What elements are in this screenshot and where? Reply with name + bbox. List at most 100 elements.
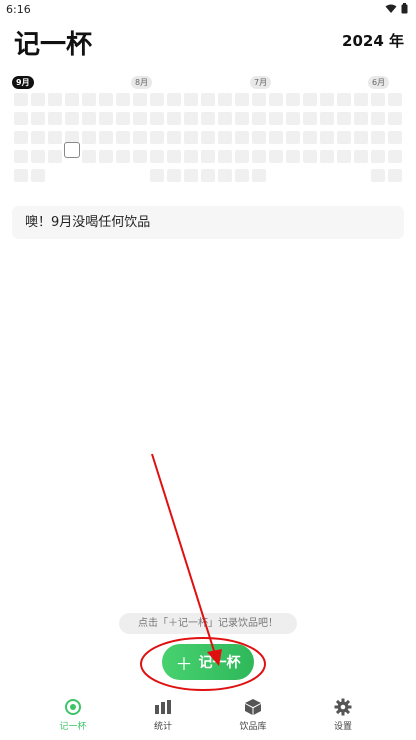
calendar-day-cell[interactable]	[150, 150, 164, 163]
calendar-day-cell[interactable]	[201, 169, 215, 182]
calendar-day-cell[interactable]	[65, 112, 79, 125]
calendar-day-cell[interactable]	[150, 131, 164, 144]
tab-stats[interactable]: 统计	[128, 694, 198, 738]
calendar-day-cell[interactable]	[184, 150, 198, 163]
calendar-day-cell[interactable]	[167, 169, 181, 182]
calendar-day-cell[interactable]	[14, 150, 28, 163]
calendar-day-cell[interactable]	[167, 131, 181, 144]
calendar-day-cell[interactable]	[133, 131, 147, 144]
calendar-day-cell[interactable]	[354, 150, 368, 163]
calendar-day-cell[interactable]	[116, 131, 130, 144]
calendar-day-cell[interactable]	[252, 131, 266, 144]
calendar-day-cell[interactable]	[14, 112, 28, 125]
calendar-day-cell[interactable]	[303, 112, 317, 125]
calendar-day-cell[interactable]	[150, 112, 164, 125]
calendar-day-cell[interactable]	[388, 131, 402, 144]
calendar-day-cell[interactable]	[286, 150, 300, 163]
calendar-day-cell[interactable]	[218, 150, 232, 163]
calendar-day-cell[interactable]	[354, 131, 368, 144]
calendar-day-cell[interactable]	[303, 131, 317, 144]
calendar-day-cell[interactable]	[354, 112, 368, 125]
calendar-day-cell[interactable]	[337, 93, 351, 106]
calendar-day-cell[interactable]	[184, 112, 198, 125]
calendar-day-cell[interactable]	[320, 131, 334, 144]
calendar-day-cell[interactable]	[201, 150, 215, 163]
calendar-day-cell[interactable]	[133, 150, 147, 163]
calendar-day-cell[interactable]	[116, 112, 130, 125]
calendar-day-cell[interactable]	[235, 150, 249, 163]
calendar-day-cell[interactable]	[286, 112, 300, 125]
calendar-day-cell[interactable]	[388, 150, 402, 163]
calendar-day-cell[interactable]	[184, 93, 198, 106]
calendar-day-cell[interactable]	[320, 150, 334, 163]
calendar-day-cell[interactable]	[269, 112, 283, 125]
calendar-day-cell[interactable]	[235, 131, 249, 144]
calendar-day-cell[interactable]	[99, 112, 113, 125]
calendar-day-cell[interactable]	[320, 112, 334, 125]
calendar-day-cell[interactable]	[371, 112, 385, 125]
year-selector[interactable]: 2024 年	[342, 30, 404, 51]
calendar-day-cell[interactable]	[286, 131, 300, 144]
calendar-day-cell[interactable]	[371, 93, 385, 106]
calendar-day-cell[interactable]	[235, 169, 249, 182]
calendar-day-cell[interactable]	[184, 169, 198, 182]
calendar-day-cell[interactable]	[371, 131, 385, 144]
calendar-day-cell[interactable]	[201, 112, 215, 125]
calendar-day-cell[interactable]	[99, 93, 113, 106]
calendar-day-cell[interactable]	[65, 93, 79, 106]
calendar-day-cell[interactable]	[48, 93, 62, 106]
calendar-day-cell[interactable]	[354, 93, 368, 106]
calendar-day-cell[interactable]	[31, 112, 45, 125]
calendar-day-cell[interactable]	[48, 131, 62, 144]
calendar-day-cell[interactable]	[82, 93, 96, 106]
calendar-day-cell[interactable]	[133, 112, 147, 125]
calendar-day-cell[interactable]	[99, 131, 113, 144]
calendar-day-cell[interactable]	[320, 93, 334, 106]
calendar-day-cell[interactable]	[167, 93, 181, 106]
tab-settings[interactable]: 设置	[308, 694, 378, 738]
calendar-day-cell[interactable]	[269, 131, 283, 144]
calendar-day-cell[interactable]	[82, 150, 96, 163]
calendar-day-cell[interactable]	[252, 169, 266, 182]
calendar-day-cell[interactable]	[388, 93, 402, 106]
calendar-day-cell[interactable]	[31, 93, 45, 106]
calendar-day-cell[interactable]	[31, 150, 45, 163]
calendar-day-cell[interactable]	[269, 150, 283, 163]
calendar-day-cell[interactable]	[31, 131, 45, 144]
calendar-day-cell[interactable]	[31, 169, 45, 182]
calendar-day-cell[interactable]	[133, 93, 147, 106]
calendar-day-cell[interactable]	[388, 169, 402, 182]
calendar-day-cell[interactable]	[99, 150, 113, 163]
calendar-day-cell[interactable]	[150, 169, 164, 182]
calendar-day-cell[interactable]	[218, 93, 232, 106]
calendar-day-cell[interactable]	[201, 131, 215, 144]
calendar-day-cell[interactable]	[150, 93, 164, 106]
calendar-day-cell[interactable]	[82, 131, 96, 144]
calendar-day-cell[interactable]	[184, 131, 198, 144]
calendar-day-cell[interactable]	[269, 93, 283, 106]
calendar-day-cell[interactable]	[14, 93, 28, 106]
calendar-day-cell[interactable]	[303, 93, 317, 106]
calendar-day-cell[interactable]	[337, 112, 351, 125]
calendar-day-cell[interactable]	[371, 169, 385, 182]
calendar-day-cell[interactable]	[235, 112, 249, 125]
calendar-day-cell[interactable]	[48, 112, 62, 125]
calendar-day-cell[interactable]	[201, 93, 215, 106]
calendar-day-cell[interactable]	[218, 131, 232, 144]
calendar-day-cell[interactable]	[116, 150, 130, 163]
calendar-day-cell[interactable]	[167, 112, 181, 125]
calendar-day-cell[interactable]	[48, 150, 62, 163]
calendar-day-cell[interactable]	[252, 93, 266, 106]
calendar-day-cell[interactable]	[337, 131, 351, 144]
calendar-day-cell[interactable]	[218, 169, 232, 182]
calendar-today-cell[interactable]	[64, 142, 80, 158]
tab-drink-library[interactable]: 饮品库	[218, 694, 288, 738]
calendar-day-cell[interactable]	[167, 150, 181, 163]
calendar-day-cell[interactable]	[116, 93, 130, 106]
calendar-day-cell[interactable]	[14, 169, 28, 182]
calendar-day-cell[interactable]	[14, 131, 28, 144]
calendar-day-cell[interactable]	[371, 150, 385, 163]
calendar-day-cell[interactable]	[286, 93, 300, 106]
calendar-day-cell[interactable]	[82, 112, 96, 125]
tab-record[interactable]: 记一杯	[38, 694, 108, 738]
